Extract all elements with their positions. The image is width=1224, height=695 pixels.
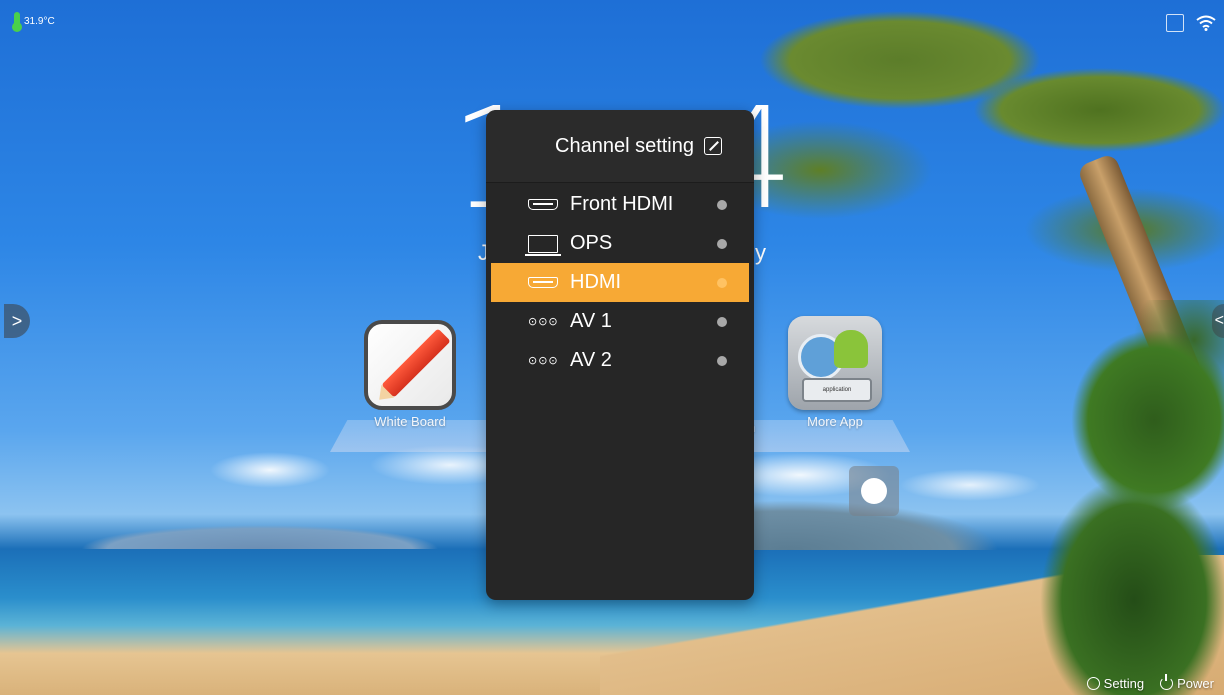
setting-button[interactable]: Setting [1086,676,1145,691]
bottom-bar: Setting Power [1086,674,1214,691]
channel-label: Front HDMI [570,193,674,215]
date-right-fragment: y [755,240,766,265]
circle-icon [861,478,887,504]
app-label: More App [807,414,863,429]
channel-status-dot [717,355,727,366]
power-icon [1160,674,1174,690]
temperature-indicator: 31.9°C [12,12,55,32]
app-more-app[interactable]: application More App [788,316,882,429]
hdmi-icon [528,277,558,288]
channel-label: OPS [570,232,613,254]
chevron-right-icon: > [11,310,23,331]
channel-status-dot [717,238,727,249]
channel-status-dot [717,199,727,210]
channel-label: HDMI [570,271,622,293]
power-button[interactable]: Power [1160,674,1214,691]
channel-setting-panel: Channel setting Front HDMI OPS HDMI ⊙⊙⊙ … [486,110,754,600]
channel-label: AV 2 [570,349,612,371]
wallpaper-bushes [1034,300,1224,695]
channel-status-dot [717,277,727,288]
av-icon: ⊙⊙⊙ [528,355,559,367]
av-icon: ⊙⊙⊙ [528,316,559,328]
temperature-value: 31.9°C [24,15,55,27]
wallpaper-mountain [80,525,440,549]
panel-title: Channel setting [555,134,694,157]
gear-icon [1086,677,1100,690]
channel-item-ops[interactable]: OPS [486,224,754,263]
wifi-icon[interactable] [1196,15,1216,31]
status-icons [1166,14,1216,32]
channel-list: Front HDMI OPS HDMI ⊙⊙⊙ AV 1 ⊙⊙⊙ AV 2 [486,183,754,380]
channel-status-dot [717,316,727,327]
power-label: Power [1177,676,1214,691]
edit-icon[interactable] [704,137,722,155]
setting-label: Setting [1103,676,1145,691]
channel-item-hdmi[interactable]: HDMI [491,263,749,302]
app-white-board[interactable]: White Board [364,320,456,429]
channel-item-av2[interactable]: ⊙⊙⊙ AV 2 [486,341,754,380]
channel-item-front-hdmi[interactable]: Front HDMI [486,185,754,224]
hdmi-icon [528,199,558,210]
screen-icon[interactable] [1166,14,1184,32]
laptop-icon [525,234,561,256]
pencil-icon [364,320,456,410]
panel-header: Channel setting [486,110,754,183]
thermometer-icon [12,12,22,32]
application-drawer-text: application [802,378,872,402]
right-drawer-arrow[interactable]: < [1212,304,1224,338]
channel-label: AV 1 [570,310,612,332]
channel-item-av1[interactable]: ⊙⊙⊙ AV 1 [486,302,754,341]
floating-assistive-button[interactable] [849,466,899,516]
chevron-left-icon: < [1214,312,1224,329]
application-drawer-icon: application [788,316,882,410]
app-label: White Board [374,414,446,429]
